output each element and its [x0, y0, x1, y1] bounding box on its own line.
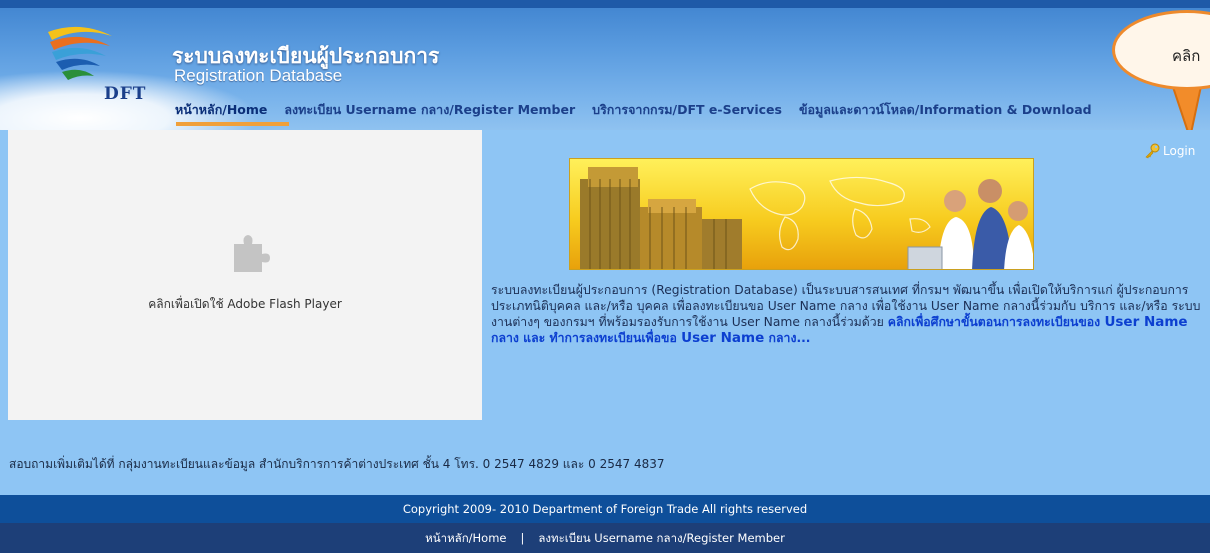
intro-paragraph: ระบบลงทะเบียนผู้ประกอบการ (Registration …	[491, 282, 1203, 346]
footer-links: หน้าหลัก/Home | ลงทะเบียน Username กลาง/Re…	[0, 530, 1210, 548]
main-nav: หน้าหลัก/Home ลงทะเบียน Username กลาง/Re…	[175, 100, 1109, 120]
nav-information-download[interactable]: ข้อมูลและดาวน์โหลด/Information & Downloa…	[799, 100, 1092, 120]
nav-dft-eservices[interactable]: บริการจากกรม/DFT e-Services	[592, 100, 782, 120]
logo-text: DFT	[104, 84, 147, 104]
flash-placeholder[interactable]: คลิกเพื่อเปิดใช้ Adobe Flash Player	[8, 130, 482, 420]
link-part-3: กลาง และ ทำการลงทะเบียนเพื่อขอ	[491, 331, 682, 345]
nav-active-indicator	[176, 122, 289, 126]
link-part-5: กลาง...	[764, 331, 811, 345]
nav-register-member[interactable]: ลงทะเบียน Username กลาง/Register Member	[284, 100, 575, 120]
login-label: Login	[1163, 144, 1196, 158]
site-subtitle: Registration Database	[174, 66, 343, 85]
site-header: DFT ระบบลงทะเบียนผู้ประกอบการ Registrati…	[0, 0, 1210, 130]
link-part-4: User Name	[681, 330, 765, 346]
link-part-2: User Name	[1104, 314, 1188, 330]
footer-separator: |	[520, 531, 525, 545]
login-link[interactable]: Login	[1144, 143, 1195, 159]
contact-info: สอบถามเพิ่มเติมได้ที่ กลุ่มงานทะเบียนและ…	[9, 457, 665, 471]
nav-home[interactable]: หน้าหลัก/Home	[175, 100, 267, 120]
banner-graphic	[580, 167, 1033, 269]
footer-link-home[interactable]: หน้าหลัก/Home	[425, 531, 506, 545]
callout-text: คลิก	[1172, 47, 1201, 65]
business-banner-image	[569, 158, 1034, 270]
dft-logo-icon	[48, 26, 112, 80]
top-stripe	[0, 0, 1210, 8]
flash-enable-text: คลิกเพื่อเปิดใช้ Adobe Flash Player	[148, 297, 342, 311]
footer-link-register-member[interactable]: ลงทะเบียน Username กลาง/Register Member	[538, 531, 784, 545]
copyright-text: Copyright 2009- 2010 Department of Forei…	[402, 502, 808, 516]
link-part-1: คลิกเพื่อศึกษาขั้นตอนการลงทะเบียนของ	[887, 315, 1105, 329]
plugin-puzzle-icon	[234, 235, 270, 272]
key-icon	[1145, 143, 1160, 159]
